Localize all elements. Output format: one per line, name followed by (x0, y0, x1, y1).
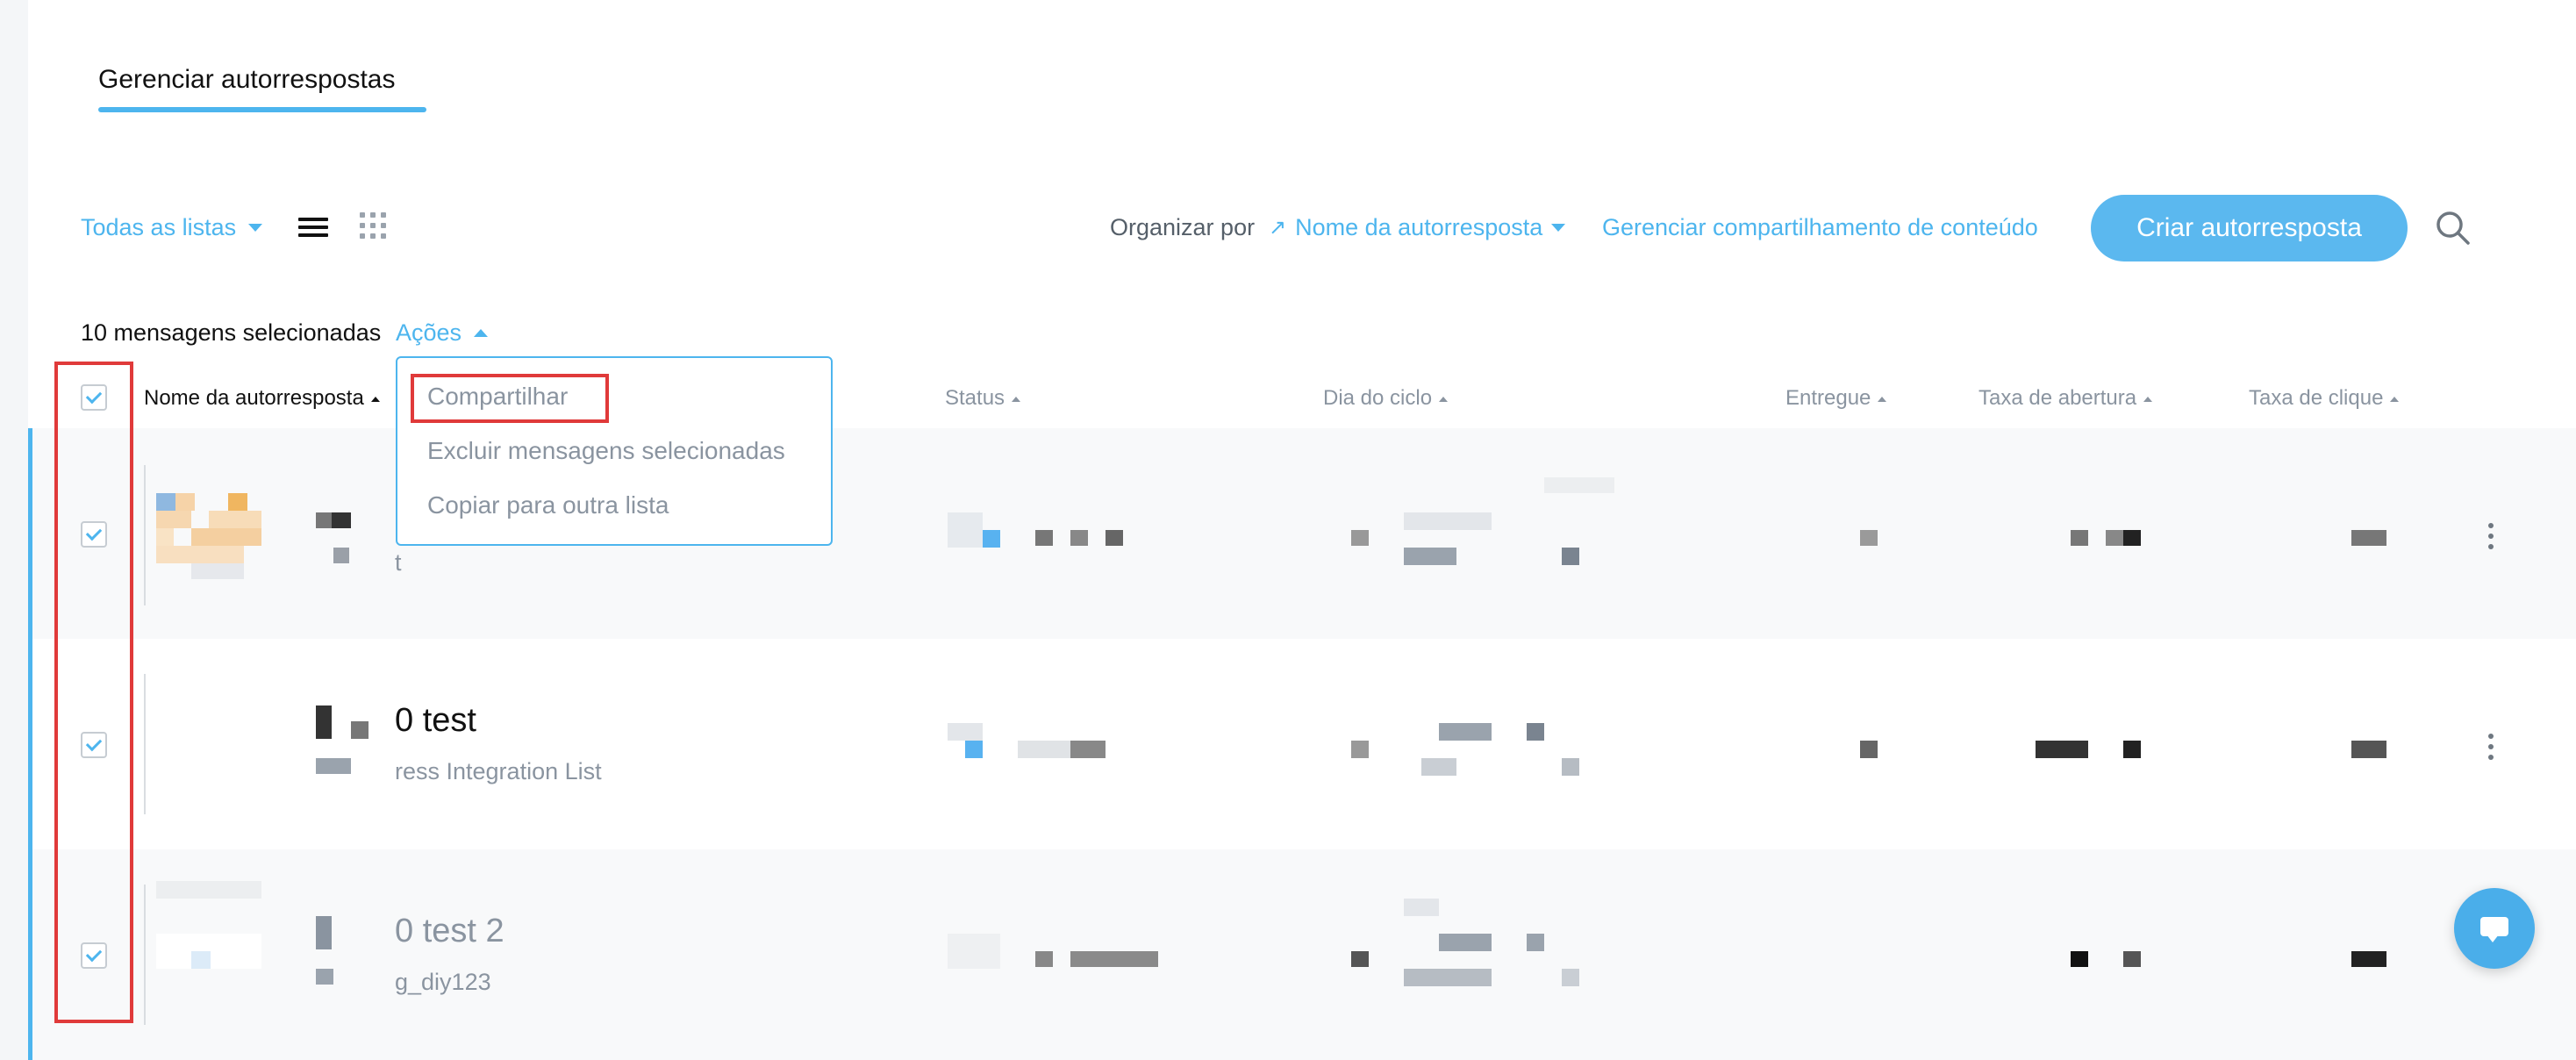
column-header-cycle-day[interactable]: Dia do ciclo (1323, 386, 1449, 411)
redacted-block (1351, 530, 1369, 546)
redacted-block (316, 969, 333, 985)
redacted-block (351, 721, 369, 739)
menu-item-delete-selected[interactable]: Excluir mensagens selecionadas (427, 437, 785, 465)
redacted-block (2071, 951, 2088, 967)
redacted-block (1439, 723, 1492, 741)
redacted-block (1562, 548, 1579, 565)
redacted-block (1562, 758, 1579, 776)
row-divider (144, 674, 146, 814)
column-header-click-rate[interactable]: Taxa de clique (2249, 386, 2400, 411)
search-icon[interactable] (2434, 209, 2471, 246)
create-autoresponder-button[interactable]: Criar autorresposta (2091, 195, 2408, 261)
redacted-block (156, 881, 261, 899)
redacted-block (2123, 741, 2141, 758)
table-row[interactable] (28, 849, 2576, 1060)
redacted-block (2071, 530, 2088, 546)
selected-count: 10 mensagens selecionadas (81, 319, 382, 346)
redacted-block (1421, 758, 1456, 776)
redacted-block (332, 512, 351, 528)
tab-manage-autoresponders[interactable]: Gerenciar autorrespostas (98, 65, 396, 95)
redacted-block (1544, 477, 1614, 493)
redacted-block (1070, 741, 1106, 758)
sort-value: Nome da autorresposta (1295, 214, 1543, 240)
row-divider (144, 465, 146, 605)
redacted-block (948, 512, 983, 548)
column-header-open-rate[interactable]: Taxa de abertura (1979, 386, 2153, 411)
grid-view-icon[interactable] (360, 212, 386, 239)
row-divider (144, 885, 146, 1025)
redacted-block (316, 916, 332, 949)
message-title[interactable]: 0 test 2 (395, 913, 504, 950)
redacted-block (316, 758, 351, 774)
share-highlight-box (411, 374, 609, 423)
list-view-icon[interactable] (298, 218, 328, 237)
checkbox-column-highlight-box (54, 362, 133, 1023)
redacted-block (2106, 530, 2123, 546)
kebab-menu-icon[interactable] (2488, 523, 2495, 555)
menu-item-copy-to-list[interactable]: Copiar para outra lista (427, 491, 669, 519)
redacted-block (1035, 951, 1053, 967)
message-thumbnail[interactable] (156, 491, 263, 581)
actions-dropdown[interactable]: Ações (396, 319, 489, 347)
lists-filter-dropdown[interactable]: Todas as listas (81, 214, 263, 241)
redacted-block (1404, 512, 1492, 530)
redacted-block (333, 548, 349, 563)
redacted-block (983, 530, 1000, 548)
redacted-block (1860, 530, 1878, 546)
redacted-block (1439, 934, 1492, 951)
redacted-block (1070, 951, 1158, 967)
redacted-block (1404, 548, 1456, 565)
redacted-block (1527, 934, 1544, 951)
chevron-up-icon (474, 329, 489, 337)
redacted-block (316, 512, 332, 528)
sort-dropdown[interactable]: ↗ Nome da autorresposta (1269, 214, 1566, 241)
redacted-block (1860, 741, 1878, 758)
chat-icon-tail (2487, 935, 2499, 942)
message-list-name: g_diy123 (395, 969, 491, 995)
redacted-block (1527, 723, 1544, 741)
redacted-block (1035, 530, 1053, 546)
redacted-block (316, 705, 332, 739)
redacted-block (2351, 530, 2386, 546)
redacted-block (191, 951, 211, 969)
redacted-block (948, 934, 1000, 969)
redacted-block (2123, 530, 2141, 546)
redacted-block (1070, 530, 1088, 546)
redacted-block (965, 741, 983, 758)
redacted-block (1351, 741, 1369, 758)
redacted-block (1351, 951, 1369, 967)
message-list-name: ress Integration List (395, 758, 602, 784)
redacted-block (1404, 899, 1439, 916)
redacted-block (1404, 969, 1492, 986)
message-list-name: t (395, 549, 402, 576)
column-header-delivered[interactable]: Entregue (1785, 386, 1887, 411)
redacted-block (1562, 969, 1579, 986)
column-header-status[interactable]: Status (945, 386, 1021, 411)
redacted-block (948, 723, 983, 741)
chevron-down-icon (1551, 224, 1566, 232)
column-header-name[interactable]: Nome da autorresposta (144, 386, 380, 411)
redacted-block (1106, 530, 1123, 546)
redacted-block (2351, 741, 2386, 758)
sort-direction-icon: ↗ (1269, 216, 1287, 240)
active-tab-underline (98, 107, 426, 112)
redacted-block (2036, 741, 2088, 758)
chat-icon (2480, 917, 2508, 936)
content-sharing-link[interactable]: Gerenciar compartilhamento de conteúdo (1602, 214, 2038, 241)
chat-button[interactable] (2454, 888, 2535, 969)
actions-label: Ações (396, 319, 462, 346)
lists-filter-label: Todas as listas (81, 214, 237, 240)
sort-label: Organizar por (1110, 214, 1256, 240)
selection-accent-bar (28, 428, 32, 1060)
kebab-menu-icon[interactable] (2488, 734, 2495, 765)
redacted-block (2351, 951, 2386, 967)
redacted-block (2123, 951, 2141, 967)
chevron-down-icon (248, 224, 263, 232)
table-row[interactable] (28, 639, 2576, 849)
message-title[interactable]: 0 test (395, 702, 476, 740)
